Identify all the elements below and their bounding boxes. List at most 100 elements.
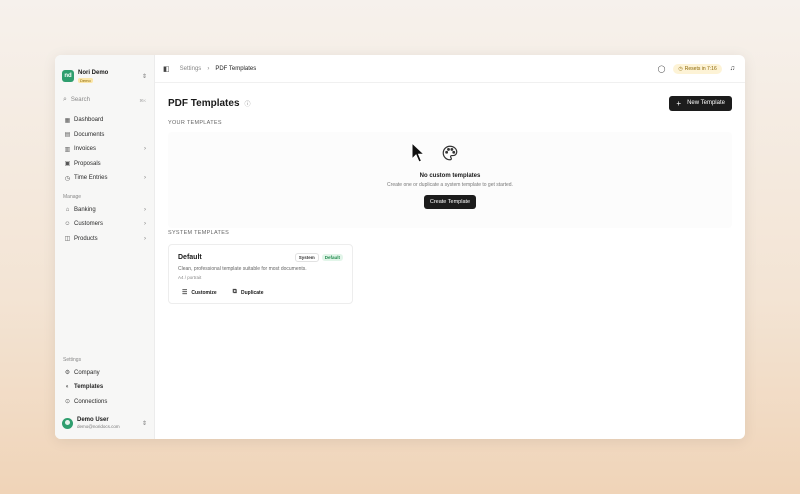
user-email: demo@noridocs.com — [77, 423, 120, 429]
org-badge: Demo — [78, 77, 93, 83]
section-label-settings: Settings — [63, 356, 82, 363]
create-template-button[interactable]: Create Template — [423, 195, 477, 209]
reset-timer-badge: ◷ Resets in 7:16 — [673, 63, 722, 74]
box-icon: ◫ — [64, 236, 71, 243]
sidebar-item-company[interactable]: ⚙ Company — [61, 366, 148, 381]
sidebar-item-label: Dashboard — [74, 117, 104, 124]
empty-title: No custom templates — [419, 173, 481, 179]
sidebar-item-label: Company — [74, 369, 100, 376]
sidebar-item-templates[interactable]: ◐ Templates — [61, 380, 148, 395]
customize-label: Customize — [191, 289, 217, 296]
sidebar-item-customers[interactable]: ☺ Customers › — [61, 217, 148, 232]
search-shortcut: ⌘K — [139, 97, 146, 103]
app-window: nd Nori Demo Demo ⇕ ⌕ Search ⌘K ▦ Dashbo… — [55, 55, 745, 439]
new-template-button[interactable]: + New Template — [669, 95, 732, 111]
search-placeholder: Search — [70, 97, 90, 103]
dashboard-icon: ▦ — [64, 117, 71, 124]
breadcrumb-current: PDF Templates — [215, 65, 257, 72]
main-area: ◧ Settings › PDF Templates ◯ ◷ Resets in… — [155, 55, 745, 439]
sidebar-item-invoices[interactable]: ▥ Invoices › — [61, 142, 148, 157]
card-actions: ☰ Customize ⧉ Duplicate — [178, 287, 343, 298]
section-label-manage: Manage — [63, 193, 82, 200]
template-card-default[interactable]: Default System Default Clean, profession… — [168, 244, 353, 304]
mouse-cursor-icon — [411, 142, 425, 163]
page-title: PDF Templates — [168, 97, 240, 109]
chevron-right-icon: › — [144, 235, 146, 242]
sidebar-item-banking[interactable]: ⌂ Banking › — [61, 203, 148, 218]
topbar: ◧ Settings › PDF Templates ◯ ◷ Resets in… — [155, 55, 745, 83]
info-icon[interactable]: ⓘ — [245, 99, 251, 108]
empty-state: No custom templates Create one or duplic… — [168, 132, 732, 228]
duplicate-label: Duplicate — [240, 289, 264, 296]
new-template-label: New Template — [687, 100, 725, 106]
org-info: Nori Demo Demo — [78, 70, 142, 83]
chevron-right-icon: › — [144, 221, 146, 228]
search-icon: ⌕ — [63, 96, 67, 103]
card-title: Default — [178, 254, 202, 261]
sliders-icon: ☰ — [182, 290, 188, 296]
your-templates-header: YOUR TEMPLATES — [168, 120, 222, 126]
clock-icon: ◷ — [64, 175, 71, 182]
topbar-actions: ◯ ◷ Resets in 7:16 ♫ — [658, 63, 735, 74]
sidebar-item-label: Documents — [74, 131, 105, 138]
user-menu[interactable]: Demo User demo@noridocs.com ⇕ — [61, 413, 148, 433]
org-logo: nd — [62, 70, 74, 82]
card-meta: A4 / portrait — [178, 275, 202, 280]
customize-button[interactable]: ☰ Customize — [178, 287, 221, 298]
clock-icon: ◷ — [678, 65, 683, 72]
chevron-updown-icon: ⇕ — [141, 73, 147, 80]
sidebar-item-documents[interactable]: ▤ Documents — [61, 128, 148, 143]
bank-icon: ⌂ — [65, 206, 70, 213]
bell-icon[interactable]: ♫ — [730, 65, 735, 72]
invoice-icon: ▥ — [64, 146, 71, 153]
card-description: Clean, professional template suitable fo… — [178, 266, 307, 272]
sidebar-item-label: Invoices — [74, 146, 97, 153]
user-name: Demo User — [77, 416, 109, 423]
reset-timer-text: Resets in 7:16 — [684, 65, 717, 72]
chevron-right-icon: › — [144, 206, 146, 213]
sidebar-item-connections[interactable]: ⊙ Connections — [61, 395, 148, 410]
copy-icon: ⧉ — [232, 289, 237, 295]
document-icon: ▤ — [64, 132, 71, 139]
search-input[interactable]: ⌕ Search ⌘K — [61, 93, 148, 107]
sidebar-item-time-entries[interactable]: ◷ Time Entries › — [61, 171, 148, 186]
chevron-right-icon: › — [144, 146, 146, 153]
org-name: Nori Demo — [78, 69, 109, 76]
chevron-updown-icon: ⇕ — [141, 420, 147, 427]
duplicate-button[interactable]: ⧉ Duplicate — [229, 287, 268, 298]
gear-icon: ⚙ — [64, 370, 71, 377]
plus-icon: + — [676, 98, 682, 108]
avatar — [62, 417, 73, 429]
sidebar-item-products[interactable]: ◫ Products › — [61, 232, 148, 247]
system-templates-header: SYSTEM TEMPLATES — [168, 230, 230, 236]
plug-icon: ⊙ — [64, 399, 71, 406]
card-header: Default System Default — [178, 253, 343, 262]
page-content: PDF Templates ⓘ + New Template YOUR TEMP… — [155, 83, 745, 439]
proposal-icon: ▣ — [64, 161, 71, 168]
sidebar: nd Nori Demo Demo ⇕ ⌕ Search ⌘K ▦ Dashbo… — [55, 55, 155, 439]
palette-icon: ◐ — [65, 384, 70, 391]
breadcrumb-separator-icon: › — [207, 65, 210, 72]
sidebar-item-dashboard[interactable]: ▦ Dashboard — [61, 113, 148, 128]
system-badge: System — [294, 253, 319, 262]
sidebar-item-label: Connections — [74, 398, 108, 405]
org-switcher[interactable]: nd Nori Demo Demo ⇕ — [61, 61, 148, 91]
title-row: PDF Templates ⓘ + New Template — [168, 95, 732, 111]
sidebar-item-label: Time Entries — [74, 175, 108, 182]
sidebar-item-label: Templates — [74, 384, 104, 391]
sidebar-item-label: Customers — [74, 221, 104, 228]
sidebar-item-label: Banking — [74, 206, 96, 213]
empty-description: Create one or duplicate a system templat… — [387, 182, 513, 188]
user-info: Demo User demo@noridocs.com — [77, 417, 142, 430]
sidebar-toggle-icon[interactable]: ◧ — [163, 65, 170, 73]
chevron-right-icon: › — [144, 175, 146, 182]
default-badge: Default — [321, 254, 343, 261]
palette-icon — [441, 144, 459, 167]
chat-icon[interactable]: ◯ — [658, 65, 666, 73]
sidebar-item-proposals[interactable]: ▣ Proposals — [61, 157, 148, 172]
sidebar-item-label: Proposals — [74, 160, 101, 167]
breadcrumb-settings[interactable]: Settings — [180, 66, 202, 72]
customers-icon: ☺ — [64, 221, 71, 228]
sidebar-item-label: Products — [74, 235, 98, 242]
